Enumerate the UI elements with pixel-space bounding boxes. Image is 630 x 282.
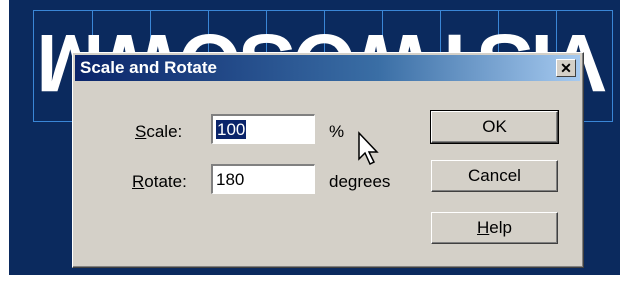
close-icon: ✕: [560, 60, 572, 76]
cancel-button[interactable]: Cancel: [431, 160, 558, 192]
close-button[interactable]: ✕: [556, 59, 576, 77]
scale-rotate-dialog: Scale and Rotate ✕ Scale: 100 % Rotate: …: [72, 52, 584, 268]
rotate-input-value: 180: [216, 170, 245, 189]
scale-label: Scale:: [135, 122, 182, 142]
rotate-label: Rotate:: [132, 172, 187, 192]
scale-input[interactable]: 100: [211, 114, 315, 144]
help-label-accel: H: [477, 218, 490, 237]
ok-button[interactable]: OK: [430, 110, 559, 144]
scale-label-rest: cale:: [146, 122, 183, 141]
scale-unit: %: [329, 122, 345, 141]
help-label-rest: elp: [489, 218, 512, 237]
scale-input-value: 100: [216, 120, 247, 139]
help-button[interactable]: Help: [431, 212, 558, 244]
arrow-cursor-icon: [358, 131, 379, 166]
rotate-unit: degrees: [329, 172, 391, 191]
rotate-input[interactable]: 180: [211, 164, 315, 194]
dialog-title: Scale and Rotate: [80, 58, 217, 77]
rotate-label-accel: R: [132, 172, 145, 191]
rotate-label-rest: otate:: [144, 172, 187, 191]
dialog-titlebar[interactable]: Scale and Rotate ✕: [75, 55, 580, 81]
scale-label-accel: S: [135, 122, 147, 141]
